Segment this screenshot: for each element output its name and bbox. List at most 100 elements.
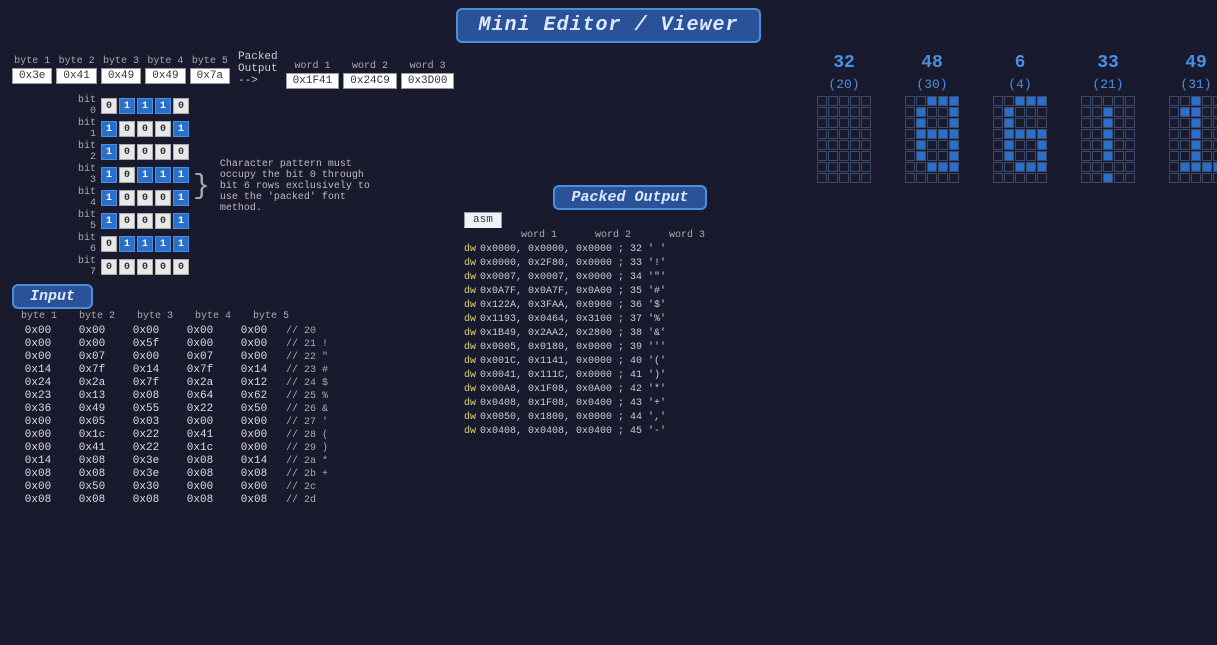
char-pixel-0-32 xyxy=(839,162,849,172)
input-table-row: 0x000x1c0x220x410x00// 28 ( xyxy=(8,428,452,441)
bit-cell-0-0[interactable]: 0 xyxy=(101,98,117,114)
bit-cell-7-1[interactable]: 0 xyxy=(119,259,135,275)
input-table-row: 0x360x490x550x220x50// 26 & xyxy=(8,402,452,415)
bit-cell-6-4[interactable]: 1 xyxy=(173,236,189,252)
bit-row-2: bit 210000 xyxy=(68,141,189,163)
input-cell-4-4: 0x12 xyxy=(228,377,280,389)
bit-cell-2-2[interactable]: 0 xyxy=(137,144,153,160)
char-pixel-1-30 xyxy=(905,162,915,172)
bit-cell-4-4[interactable]: 1 xyxy=(173,190,189,206)
word-value-1: 0x1F41 xyxy=(286,73,340,89)
packed-values: 0x00A8, 0x1F08, 0x0A00 ; 42 '*' xyxy=(480,383,666,397)
packed-dw-keyword: dw xyxy=(464,369,476,383)
bit-cell-5-2[interactable]: 0 xyxy=(137,213,153,229)
char-pixel-3-24 xyxy=(1125,140,1135,150)
char-pixel-4-27 xyxy=(1191,151,1201,161)
bit-cell-7-3[interactable]: 0 xyxy=(155,259,171,275)
bit-cell-1-3[interactable]: 0 xyxy=(155,121,171,137)
char-pixel-2-2 xyxy=(1015,96,1025,106)
packed-data-row: dw 0x0000, 0x2F80, 0x0000 ; 33 '!' xyxy=(464,257,796,271)
bit-cell-6-3[interactable]: 1 xyxy=(155,236,171,252)
char-pixel-1-18 xyxy=(938,129,948,139)
bit-cell-4-2[interactable]: 0 xyxy=(137,190,153,206)
char-pixel-4-4 xyxy=(1213,96,1217,106)
bit-cell-1-4[interactable]: 1 xyxy=(173,121,189,137)
asm-tab[interactable]: asm xyxy=(464,212,502,228)
char-column-1: 48(30) xyxy=(892,53,972,641)
bit-row-label-2: bit 2 xyxy=(68,141,96,163)
char-pixel-1-21 xyxy=(916,140,926,150)
bit-cell-0-4[interactable]: 0 xyxy=(173,98,189,114)
char-pixel-1-38 xyxy=(938,173,948,183)
bit-cell-2-1[interactable]: 0 xyxy=(119,144,135,160)
char-pixel-0-26 xyxy=(828,151,838,161)
packed-data-row: dw 0x0050, 0x1800, 0x0000 ; 44 ',' xyxy=(464,411,796,425)
bit-cell-0-1[interactable]: 1 xyxy=(119,98,135,114)
bit-cell-7-2[interactable]: 0 xyxy=(137,259,153,275)
bit-cell-4-3[interactable]: 0 xyxy=(155,190,171,206)
char-pixel-1-27 xyxy=(927,151,937,161)
char-pixel-2-19 xyxy=(1037,129,1047,139)
bit-cell-2-4[interactable]: 0 xyxy=(173,144,189,160)
word-label-2: word 2 xyxy=(352,61,388,72)
input-cell-9-3: 0x1c xyxy=(174,442,226,454)
char-pixel-2-25 xyxy=(993,151,1003,161)
bit-cell-6-0[interactable]: 0 xyxy=(101,236,117,252)
bit-row-label-4: bit 4 xyxy=(68,187,96,209)
bit-cell-1-0[interactable]: 1 xyxy=(101,121,117,137)
input-cell-5-0: 0x23 xyxy=(12,390,64,402)
bit-cell-3-3[interactable]: 1 xyxy=(155,167,171,183)
char-pixel-4-6 xyxy=(1180,107,1190,117)
packed-values: 0x0408, 0x1F08, 0x0400 ; 43 '+' xyxy=(480,397,666,411)
bit-cell-3-4[interactable]: 1 xyxy=(173,167,189,183)
char-pixel-2-28 xyxy=(1026,151,1036,161)
char-number-1: 48 xyxy=(921,53,943,73)
bit-row-5: bit 510001 xyxy=(68,210,189,232)
input-col-header-5: byte 5 xyxy=(244,311,298,322)
input-cell-10-3: 0x08 xyxy=(174,455,226,467)
char-pixel-0-33 xyxy=(850,162,860,172)
bit-cell-5-0[interactable]: 1 xyxy=(101,213,117,229)
bit-cell-5-3[interactable]: 0 xyxy=(155,213,171,229)
bit-cell-3-1[interactable]: 0 xyxy=(119,167,135,183)
char-pixel-2-1 xyxy=(1004,96,1014,106)
packed-word-col-2: word 2 xyxy=(578,230,648,241)
input-cell-13-0: 0x08 xyxy=(12,494,64,506)
bit-cell-5-1[interactable]: 0 xyxy=(119,213,135,229)
input-comment-1: // 21 ! xyxy=(286,339,328,350)
char-pixel-2-11 xyxy=(1004,118,1014,128)
input-cell-4-1: 0x2a xyxy=(66,377,118,389)
char-pixel-2-31 xyxy=(1004,162,1014,172)
input-comment-4: // 24 $ xyxy=(286,378,328,389)
bit-cell-0-2[interactable]: 1 xyxy=(137,98,153,114)
char-pixel-2-21 xyxy=(1004,140,1014,150)
bit-cell-5-4[interactable]: 1 xyxy=(173,213,189,229)
bit-cell-2-0[interactable]: 1 xyxy=(101,144,117,160)
bit-row-3: bit 310111 xyxy=(68,164,189,186)
char-pixel-2-26 xyxy=(1004,151,1014,161)
bit-cell-3-0[interactable]: 1 xyxy=(101,167,117,183)
main-container: Mini Editor / Viewer byte 1 0x3e byte 2 … xyxy=(0,0,1217,645)
bit-cell-0-3[interactable]: 1 xyxy=(155,98,171,114)
bit-cell-1-2[interactable]: 0 xyxy=(137,121,153,137)
bit-cell-1-1[interactable]: 0 xyxy=(119,121,135,137)
bit-cell-7-4[interactable]: 0 xyxy=(173,259,189,275)
char-pixel-1-15 xyxy=(905,129,915,139)
input-cell-11-4: 0x08 xyxy=(228,468,280,480)
bit-cell-7-0[interactable]: 0 xyxy=(101,259,117,275)
packed-values: 0x0007, 0x0007, 0x0000 ; 34 '"' xyxy=(480,271,666,285)
char-pixel-1-20 xyxy=(905,140,915,150)
bit-cell-4-0[interactable]: 1 xyxy=(101,190,117,206)
input-cell-8-4: 0x00 xyxy=(228,429,280,441)
bit-cell-6-2[interactable]: 1 xyxy=(137,236,153,252)
input-cell-0-1: 0x00 xyxy=(66,325,118,337)
char-pixel-3-26 xyxy=(1092,151,1102,161)
bit-cell-3-2[interactable]: 1 xyxy=(137,167,153,183)
input-cell-7-2: 0x03 xyxy=(120,416,172,428)
bit-cell-4-1[interactable]: 0 xyxy=(119,190,135,206)
char-pixel-2-4 xyxy=(1037,96,1047,106)
bit-cell-6-1[interactable]: 1 xyxy=(119,236,135,252)
bit-cell-2-3[interactable]: 0 xyxy=(155,144,171,160)
input-cell-5-2: 0x08 xyxy=(120,390,172,402)
bracket-icon: } xyxy=(193,173,210,201)
